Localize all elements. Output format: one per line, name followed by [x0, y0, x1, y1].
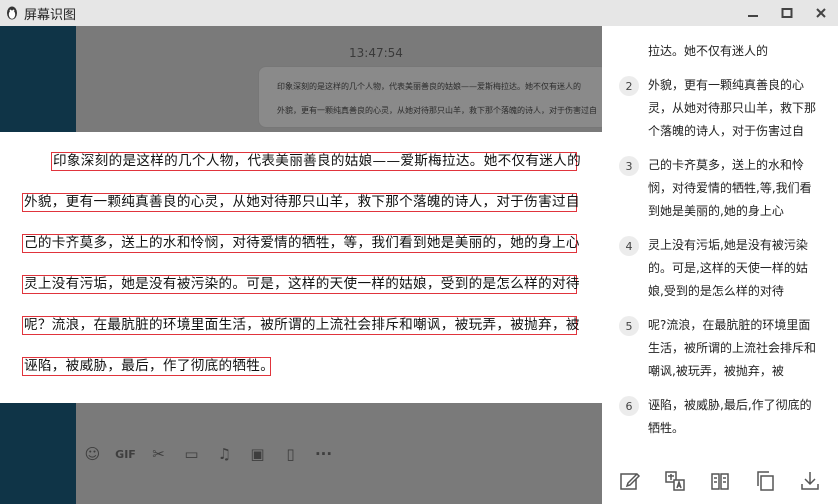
- phone-icon: ▯: [286, 445, 295, 463]
- copy-icon: [757, 471, 774, 491]
- music-icon: ♫: [217, 445, 232, 463]
- penguin-icon: [7, 6, 17, 20]
- close-button[interactable]: [804, 0, 838, 26]
- ocr-text-line[interactable]: 灵上没有污垢，她是没有被污染的。可是，这样的天使一样的姑娘，受到的是怎么样的对待: [22, 275, 579, 294]
- split-button[interactable]: [708, 469, 732, 493]
- copy-button[interactable]: [753, 469, 777, 493]
- paragraph-number: 3: [619, 156, 639, 176]
- minimize-icon: [748, 15, 758, 17]
- bubble-line: 外貌，更有一颗纯真善良的心灵，从她对待那只山羊，救下那个落魄的诗人，对于伤害过自: [277, 106, 597, 115]
- captured-chat-toolbar: ☺ GIF ✂ ▭ ♫ ▣ ▯ ···: [76, 434, 602, 474]
- ocr-text-line[interactable]: 诬陷，被威胁，最后，作了彻底的牺牲。: [22, 357, 274, 376]
- ocr-text-line[interactable]: 己的卡齐莫多，送上的水和怜悯，对待爱情的牺牲，等，我们看到她是美丽的，她的身上心: [22, 234, 579, 253]
- translate-button[interactable]: [663, 469, 687, 493]
- edit-icon: [620, 472, 641, 490]
- paragraph-text[interactable]: 诬陷，被威胁,最后,作了彻底的 牺牲。: [648, 394, 824, 440]
- download-button[interactable]: [798, 469, 822, 493]
- result-toolbar: [602, 466, 838, 496]
- paragraph-number: 4: [619, 236, 639, 256]
- emoji-icon: ☺: [84, 445, 101, 463]
- bubble-line: 印象深刻的是这样的几个人物，代表美丽善良的姑娘——爱斯梅拉达。她不仅有迷人的: [277, 82, 581, 91]
- paragraph-text[interactable]: 外貌，更有一颗纯真善良的心 灵，从她对待那只山羊，救下那 个落魄的诗人，对于伤害…: [648, 74, 824, 143]
- more-icon: ···: [314, 445, 333, 463]
- result-panel: 拉达。她不仅有迷人的 2 外貌，更有一颗纯真善良的心 灵，从她对待那只山羊，救下…: [602, 26, 838, 504]
- scissors-icon: ✂: [152, 445, 165, 463]
- gif-icon: GIF: [115, 447, 136, 461]
- ocr-text-line[interactable]: 印象深刻的是这样的几个人物，代表美丽善良的姑娘——爱斯梅拉达。她不仅有迷人的: [51, 152, 581, 171]
- paragraph-number: 6: [619, 396, 639, 416]
- minimize-button[interactable]: [736, 0, 770, 26]
- translate-icon: [665, 471, 685, 491]
- window-title: 屏幕识图: [24, 7, 77, 23]
- paragraph-number: 5: [619, 316, 639, 336]
- maximize-icon: [781, 8, 793, 18]
- paragraph-number: 2: [619, 76, 639, 96]
- image-icon: ▣: [250, 445, 265, 463]
- paragraph-text[interactable]: 灵上没有污垢,她是没有被污染 的。可是,这样的天使一样的姑 娘,受到的是怎么样的…: [648, 234, 824, 303]
- split-icon: [711, 473, 729, 490]
- captured-timestamp: 13:47:54: [349, 46, 403, 60]
- title-bar: 屏幕识图: [0, 0, 838, 26]
- edit-button[interactable]: [618, 469, 642, 493]
- ocr-text-line[interactable]: 外貌，更有一颗纯真善良的心灵，从她对待那只山羊，救下那个落魄的诗人，对于伤害过自: [22, 193, 579, 212]
- folder-icon: ▭: [184, 445, 199, 463]
- paragraph-text[interactable]: 呢?流浪，在最肮脏的环境里面 生活，被所谓的上流社会排斥和 嘲讽,被玩弄，被抛弃…: [648, 314, 824, 383]
- maximize-button[interactable]: [770, 0, 804, 26]
- ocr-overlay: 印象深刻的是这样的几个人物，代表美丽善良的姑娘——爱斯梅拉达。她不仅有迷人的 外…: [0, 132, 602, 403]
- captured-image: 13:47:54 印象深刻的是这样的几个人物，代表美丽善良的姑娘——爱斯梅拉达。…: [0, 26, 602, 504]
- ocr-text-line[interactable]: 呢？流浪，在最肮脏的环境里面生活，被所谓的上流社会排斥和嘲讽，被玩弄，被抛弃，被: [22, 316, 579, 335]
- window-controls: [736, 0, 838, 26]
- download-icon: [800, 472, 819, 490]
- captured-message-bubble: 印象深刻的是这样的几个人物，代表美丽善良的姑娘——爱斯梅拉达。她不仅有迷人的 外…: [258, 66, 602, 128]
- paragraph-text[interactable]: 己的卡齐莫多，送上的水和怜 悯，对待爱情的牺牲,等,我们看 到她是美丽的,她的身…: [648, 154, 824, 223]
- close-icon: [816, 8, 826, 18]
- paragraph-text[interactable]: 拉达。她不仅有迷人的: [648, 40, 824, 63]
